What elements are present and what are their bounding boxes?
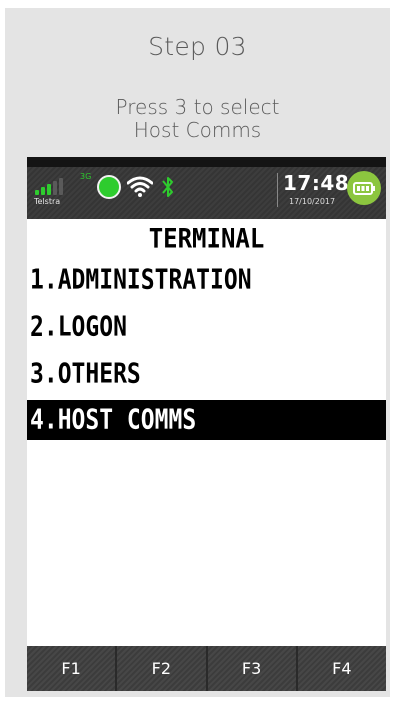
bluetooth-icon	[162, 177, 173, 197]
terminal-screen: 3G Telstra 17:48 17/10/2017 TERMINAL 1.A…	[27, 157, 386, 691]
instruction-line-1: Press 3 to select	[115, 95, 280, 119]
step-title: Step 03	[148, 32, 247, 61]
clock-date: 17/10/2017	[289, 197, 336, 206]
f3-key[interactable]: F3	[205, 646, 296, 691]
menu-item-label: 4.HOST COMMS	[30, 404, 197, 436]
network-type-label: 3G	[80, 172, 92, 181]
function-key-bar: F1 F2 F3 F4	[27, 646, 386, 691]
menu-item-others[interactable]: 3.OTHERS	[27, 354, 386, 394]
status-bar-top-strip	[27, 157, 386, 167]
status-divider	[277, 173, 278, 207]
battery-icon	[347, 171, 381, 205]
menu-item-host-comms[interactable]: 4.HOST COMMS	[27, 400, 386, 440]
status-bar: 3G Telstra 17:48 17/10/2017	[27, 157, 386, 219]
carrier-label: Telstra	[34, 197, 61, 206]
menu-item-logon[interactable]: 2.LOGON	[27, 307, 386, 347]
menu-item-label: 2.LOGON	[30, 311, 127, 343]
f2-key[interactable]: F2	[115, 646, 206, 691]
instruction-text: Press 3 to select Host Comms	[5, 96, 390, 142]
menu-item-administration[interactable]: 1.ADMINISTRATION	[27, 260, 386, 300]
globe-icon	[97, 175, 121, 199]
wifi-icon	[127, 176, 153, 197]
instruction-line-2: Host Comms	[133, 118, 262, 142]
menu-item-label: 1.ADMINISTRATION	[30, 264, 252, 296]
f1-key[interactable]: F1	[27, 646, 116, 691]
f4-key[interactable]: F4	[295, 646, 386, 691]
clock-time: 17:48	[283, 171, 350, 195]
instruction-card: Step 03 Press 3 to select Host Comms 3G …	[5, 8, 390, 697]
menu-item-label: 3.OTHERS	[30, 358, 141, 390]
signal-icon	[35, 175, 69, 195]
terminal-title: TERMINAL	[148, 223, 265, 255]
